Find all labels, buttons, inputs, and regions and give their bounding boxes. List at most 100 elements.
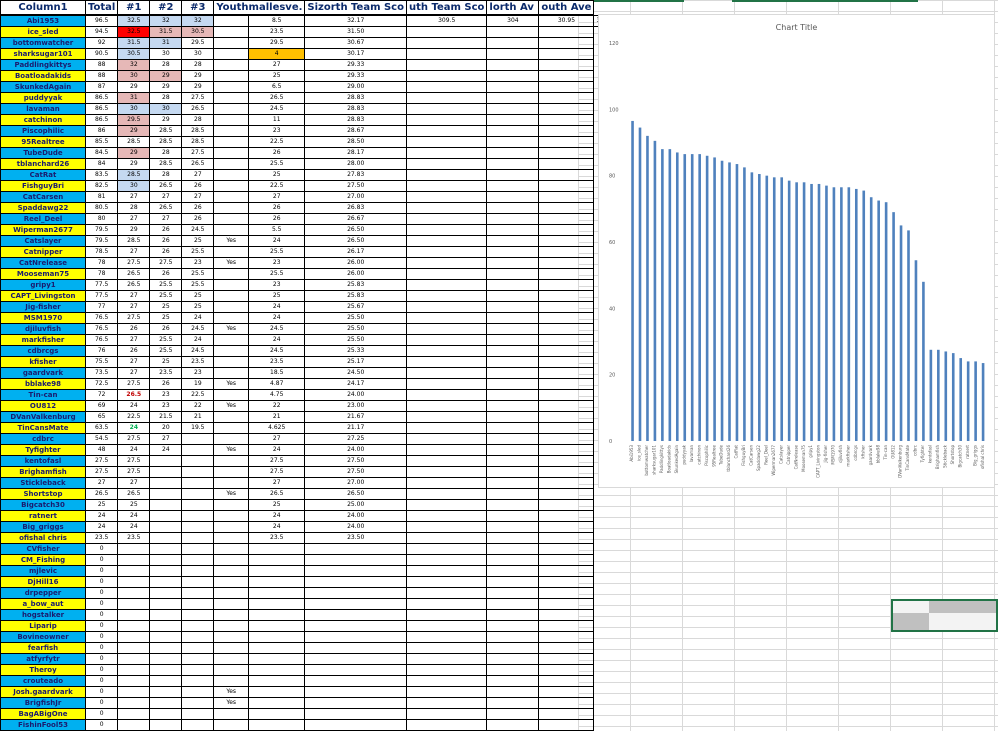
empty-cell[interactable]	[405, 59, 488, 71]
score-1-cell[interactable]	[117, 653, 151, 665]
empty-cell[interactable]	[486, 422, 540, 434]
angler-name-cell[interactable]: CM_Fishing	[0, 554, 86, 566]
empty-cell[interactable]	[405, 444, 488, 456]
average-cell[interactable]	[304, 576, 407, 588]
bar[interactable]	[832, 187, 836, 441]
small-fish-cell[interactable]	[248, 565, 306, 577]
score-2-cell[interactable]	[149, 653, 183, 665]
angler-name-cell[interactable]: CatRat	[0, 169, 86, 181]
small-fish-cell[interactable]: 8.5	[248, 14, 306, 27]
total-cell[interactable]: 83.5	[84, 169, 119, 181]
score-1-cell[interactable]: 30	[117, 180, 151, 192]
score-1-cell[interactable]	[117, 543, 151, 555]
total-cell[interactable]: 0	[84, 565, 119, 577]
empty-cell[interactable]	[486, 356, 540, 368]
bar[interactable]	[743, 167, 746, 441]
angler-name-cell[interactable]: catchinon	[0, 114, 86, 126]
angler-name-cell[interactable]: sharksugar101	[0, 48, 86, 60]
total-cell[interactable]: 77.5	[84, 279, 119, 291]
empty-cell[interactable]	[405, 323, 488, 335]
score-1-cell[interactable]: 27	[117, 477, 151, 489]
empty-cell[interactable]	[486, 653, 540, 665]
total-cell[interactable]: 84	[84, 158, 119, 170]
score-3-cell[interactable]	[181, 664, 215, 676]
empty-cell[interactable]	[538, 147, 595, 159]
score-2-cell[interactable]	[149, 532, 183, 544]
average-cell[interactable]: 25.33	[304, 345, 407, 357]
average-cell[interactable]	[304, 686, 407, 698]
empty-cell[interactable]	[486, 587, 540, 599]
small-fish-cell[interactable]: 24.5	[248, 103, 306, 115]
score-3-cell[interactable]: 22	[181, 400, 215, 412]
average-cell[interactable]: 23.50	[304, 532, 407, 544]
empty-cell[interactable]	[486, 48, 540, 60]
youth-cell[interactable]	[213, 81, 250, 93]
score-1-cell[interactable]	[117, 708, 151, 720]
small-fish-cell[interactable]: 24	[248, 510, 306, 522]
score-1-cell[interactable]: 31.5	[117, 37, 151, 49]
angler-name-cell[interactable]: DjHill16	[0, 576, 86, 588]
empty-cell[interactable]	[405, 565, 488, 577]
empty-cell[interactable]	[538, 620, 595, 632]
empty-cell[interactable]	[486, 301, 540, 313]
empty-cell[interactable]	[486, 620, 540, 632]
bar[interactable]	[772, 177, 776, 441]
empty-cell[interactable]	[538, 235, 595, 247]
score-3-cell[interactable]	[181, 620, 215, 632]
average-cell[interactable]: 32.17	[304, 14, 407, 27]
empty-cell[interactable]	[486, 400, 540, 412]
bar[interactable]	[675, 152, 679, 441]
average-cell[interactable]: 28.17	[304, 147, 407, 159]
score-2-cell[interactable]: 28	[149, 147, 183, 159]
average-cell[interactable]: 24.17	[304, 378, 407, 390]
small-fish-cell[interactable]: 24	[248, 444, 306, 456]
score-1-cell[interactable]: 32.5	[117, 26, 151, 38]
youth-cell[interactable]	[213, 521, 250, 533]
small-fish-cell[interactable]: 27	[248, 191, 306, 203]
youth-cell[interactable]	[213, 411, 250, 423]
total-cell[interactable]: 0	[84, 609, 119, 621]
average-cell[interactable]	[304, 675, 407, 687]
empty-cell[interactable]	[538, 268, 595, 280]
score-1-cell[interactable]	[117, 587, 151, 599]
total-cell[interactable]: 54.5	[84, 433, 119, 445]
average-cell[interactable]: 27.83	[304, 169, 407, 181]
empty-cell[interactable]	[486, 631, 540, 643]
average-cell[interactable]	[304, 631, 407, 643]
score-2-cell[interactable]	[149, 609, 183, 621]
score-3-cell[interactable]	[181, 708, 215, 720]
empty-cell[interactable]	[405, 191, 488, 203]
small-fish-cell[interactable]: 24.5	[248, 345, 306, 357]
youth-cell[interactable]	[213, 510, 250, 522]
youth-cell[interactable]	[213, 213, 250, 225]
angler-name-cell[interactable]: tblanchard26	[0, 158, 86, 170]
score-3-cell[interactable]: 25	[181, 235, 215, 247]
score-3-cell[interactable]: 25	[181, 290, 215, 302]
score-2-cell[interactable]: 30	[149, 48, 183, 60]
empty-cell[interactable]	[538, 400, 595, 412]
average-cell[interactable]: 27.25	[304, 433, 407, 445]
empty-cell[interactable]	[405, 642, 488, 654]
small-fish-cell[interactable]: 25	[248, 499, 306, 511]
angler-name-cell[interactable]: MSM1970	[0, 312, 86, 324]
column-header[interactable]: #3	[181, 0, 215, 16]
youth-cell[interactable]	[213, 576, 250, 588]
empty-cell[interactable]	[486, 565, 540, 577]
score-1-cell[interactable]: 32.5	[117, 14, 151, 27]
team-value-cell[interactable]: 30.95	[538, 14, 595, 27]
score-1-cell[interactable]: 29	[117, 125, 151, 137]
empty-cell[interactable]	[538, 367, 595, 379]
total-cell[interactable]: 27.5	[84, 466, 119, 478]
empty-cell[interactable]	[486, 708, 540, 720]
angler-name-cell[interactable]: Bovineowner	[0, 631, 86, 643]
bar[interactable]	[705, 155, 709, 441]
angler-name-cell[interactable]: CatNrelease	[0, 257, 86, 269]
score-2-cell[interactable]: 28	[149, 169, 183, 181]
score-3-cell[interactable]: 30	[181, 48, 215, 60]
total-cell[interactable]: 88	[84, 59, 119, 71]
angler-name-cell[interactable]: cdbrcgs	[0, 345, 86, 357]
score-3-cell[interactable]	[181, 444, 215, 456]
score-1-cell[interactable]: 25	[117, 499, 151, 511]
angler-name-cell[interactable]: Piscophilic	[0, 125, 86, 137]
score-2-cell[interactable]	[149, 543, 183, 555]
